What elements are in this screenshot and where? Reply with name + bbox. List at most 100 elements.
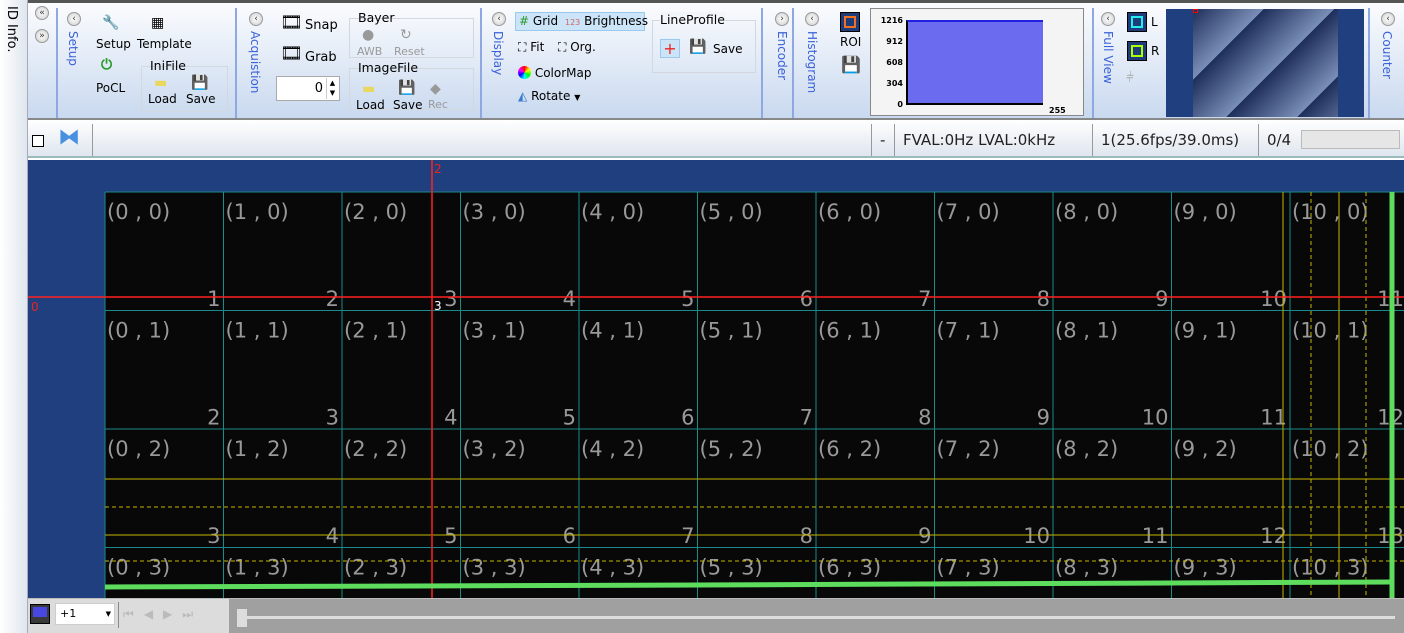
cell-number: 9 [918,524,931,548]
fit-button[interactable]: ⛶ Fit [518,40,544,55]
roi-icon[interactable] [840,12,860,32]
counter-collapse-icon[interactable]: ‹ [1381,12,1395,26]
ini-save-button[interactable]: Save [186,92,215,106]
org-button[interactable]: ⛶ Org. [558,40,596,55]
separator [1092,8,1094,118]
right-roi-icon[interactable] [1127,41,1147,61]
playback-controls[interactable]: ⏮◀▶⏭ [123,603,203,625]
grid-button[interactable]: # Grid [519,14,558,28]
cell-label: (0 , 2) [107,437,170,461]
awb-button[interactable]: AWB [357,45,382,58]
cell-label: (0 , 0) [107,200,170,224]
step-select[interactable]: +1 ▼ [55,603,115,625]
left-roi-icon[interactable] [1127,12,1147,32]
cell-label: (7 , 3) [937,556,1000,580]
colormap-button[interactable]: ColorMap [518,66,591,80]
cell-number: 1 [207,287,220,311]
grid-label: Grid [532,14,559,28]
template-button[interactable]: Template [137,37,192,51]
cell-label: (5 , 1) [700,319,763,343]
rec-button[interactable]: Rec [428,98,448,111]
cell-label: (8 , 2) [1055,437,1118,461]
image-canvas: (0 , 0) 1 (1 , 0) 2 (2 , 0) 3 (3 , 0) 4 (4 , 0) 5… [28,160,1404,598]
encoder-expand-icon[interactable]: › [775,12,789,26]
fullview-collapse-icon[interactable]: ‹ [1101,12,1115,26]
setup-button[interactable]: Setup [96,37,131,51]
spin-arrows-icon[interactable]: ▲ ▼ [326,78,338,99]
folder-icon: ▬ [154,75,168,91]
separator [761,8,763,118]
frame-count-value: 0 [314,81,323,96]
cell-label: (1 , 0) [226,200,289,224]
display-mode-icon[interactable] [30,604,50,624]
cell-number: 5 [681,287,694,311]
histogram-y-tick: 0 [897,100,903,109]
cell-number: 2 [207,406,220,430]
ini-load-button[interactable]: Load [148,92,177,106]
line-profile-add-button[interactable]: + [660,39,680,58]
cell-label: (4 , 0) [581,200,644,224]
acq-collapse-icon[interactable]: ‹ [249,12,263,26]
cell-label: (3 , 1) [463,319,526,343]
cell-label: (1 , 1) [226,319,289,343]
folder-icon: ▬ [362,81,376,97]
image-viewer[interactable]: (0 , 0) 1 (1 , 0) 2 (2 , 0) 3 (3 , 0) 4 (4 , 0) 5… [28,160,1404,598]
frame-slider[interactable] [229,599,1404,633]
crosshair-y-label: 0 [31,300,39,314]
cell-label: (10 , 3) [1292,556,1369,580]
prev-frame-icon[interactable]: ◀ [144,607,163,621]
rotate-icon: ◭ [518,89,528,103]
connection-icon[interactable]: ⧓ [58,124,80,152]
frame-count-stepper[interactable]: 0 ▲ ▼ [276,76,340,101]
separator [92,124,93,156]
cell-label: (3 , 0) [463,200,526,224]
separator [56,8,58,118]
full-view-thumbnail[interactable] [1166,9,1364,117]
play-icon[interactable]: ▶ [163,607,182,621]
histogram-y-tick: 608 [886,58,903,67]
group-setup: Setup [66,31,80,66]
popout-icon[interactable] [32,135,44,147]
cell-label: (10 , 1) [1292,319,1369,343]
roi-button[interactable]: ROI [840,35,861,49]
left-roi-label: L [1151,15,1158,29]
group-display: Display [491,31,505,76]
cell-label: (8 , 3) [1055,556,1118,580]
pocl-button[interactable]: PoCL [96,81,125,95]
brightness-label: Brightness [584,14,649,28]
last-frame-icon[interactable]: ⏭ [182,607,203,621]
status-dash: - [871,124,894,156]
image-save-button[interactable]: Save [393,98,422,112]
cell-label: (5 , 2) [700,437,763,461]
lineprofile-save-button[interactable]: Save [713,42,742,56]
id-info-tab[interactable]: ID Info. [0,0,28,633]
cell-label: (4 , 1) [581,319,644,343]
group-counter: Counter [1380,31,1394,79]
histogram-collapse-icon[interactable]: ‹ [805,12,819,26]
cell-label: (9 , 3) [1174,556,1237,580]
cell-number: 2 [326,287,339,311]
save-icon: 💾 [191,75,209,91]
image-load-button[interactable]: Load [356,98,385,112]
separator [480,8,482,118]
cell-number: 7 [800,406,813,430]
first-frame-icon[interactable]: ⏮ [123,607,144,621]
cell-label: (6 , 2) [818,437,881,461]
reset-icon: ↻ [400,27,412,43]
cell-number: 5 [563,406,576,430]
slider-thumb[interactable] [237,609,247,627]
display-collapse-icon[interactable]: ‹ [492,12,506,26]
grab-button[interactable]: Grab [305,50,337,65]
expand-all-icon[interactable]: » [35,29,49,43]
cell-label: (2 , 1) [344,319,407,343]
collapse-all-icon[interactable]: « [35,6,49,20]
cell-label: (7 , 0) [937,200,1000,224]
save-icon[interactable]: 💾 [841,57,861,73]
brightness-button[interactable]: 123 Brightness [565,14,648,28]
reset-button[interactable]: Reset [394,45,425,58]
snap-button[interactable]: Snap [305,18,338,33]
setup-collapse-icon[interactable]: ‹ [67,12,81,26]
rotate-dropdown[interactable]: ◭ Rotate ▼ [518,89,580,103]
ruler-icon: ⫩ [1126,70,1135,86]
crosshair-x-label: 2 [434,162,442,176]
